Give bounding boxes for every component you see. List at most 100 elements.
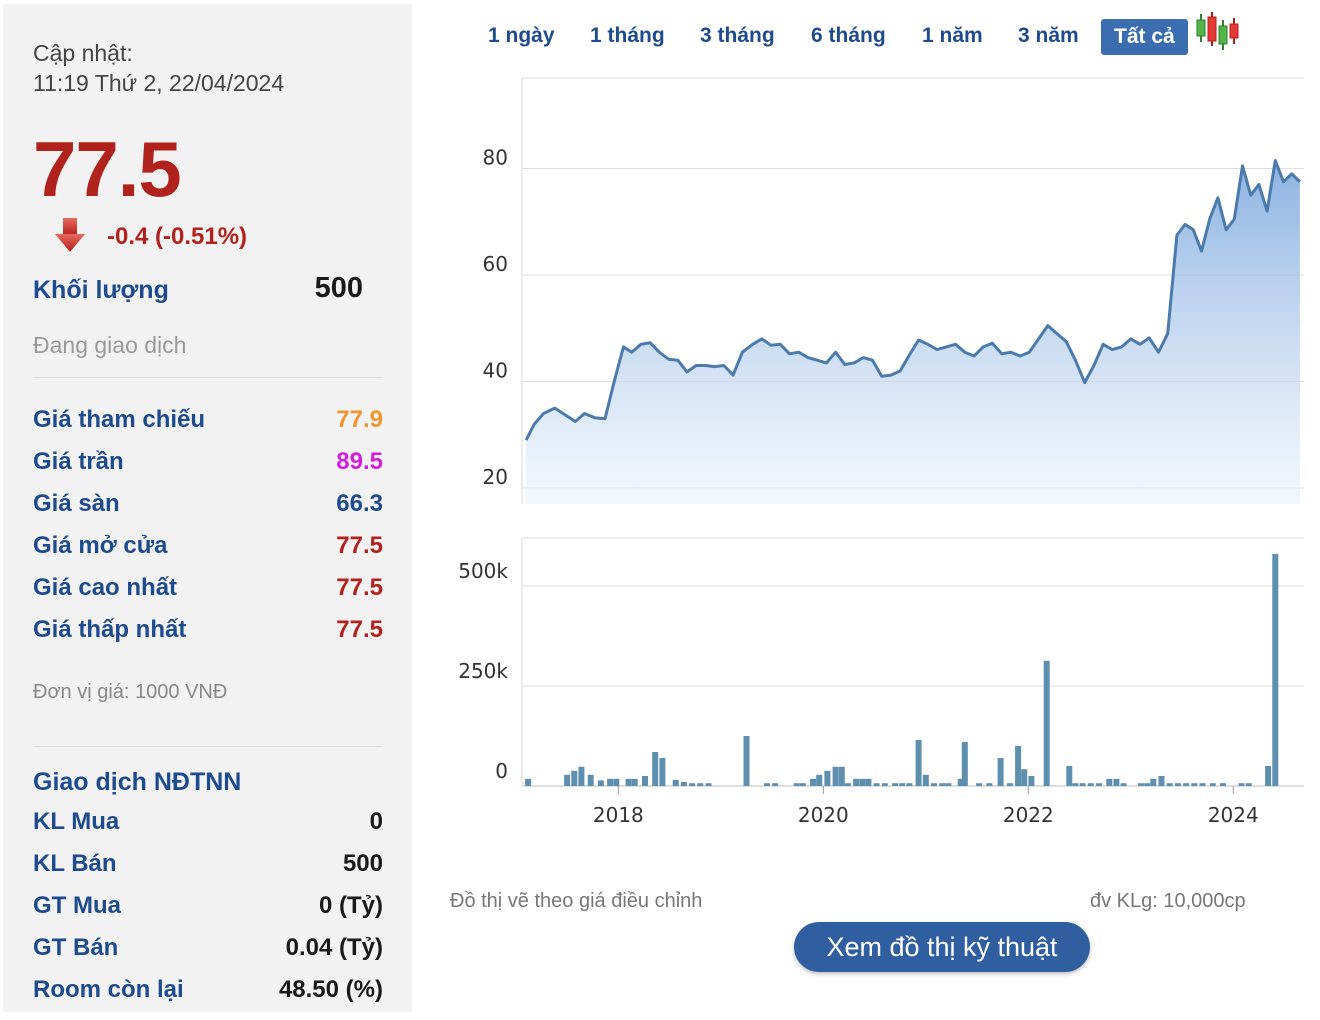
volume-bar <box>1072 783 1079 786</box>
volume-bar <box>607 778 614 786</box>
price-value: 77.9 <box>336 406 383 433</box>
foreign-value: 0 <box>369 808 383 835</box>
x-tick-label: 2018 <box>593 803 644 827</box>
volume-bar <box>1220 783 1226 786</box>
volume-bar <box>1272 554 1279 786</box>
price-value: 89.5 <box>336 448 383 475</box>
tab-3-years[interactable]: 3 năm <box>1018 18 1079 54</box>
candlestick-icon[interactable] <box>1194 12 1240 52</box>
volume-bar <box>1166 783 1173 786</box>
trading-status: Đang giao dịch <box>33 332 187 358</box>
volume-bar <box>1158 776 1165 786</box>
volume-bar <box>1066 766 1073 786</box>
volume-bar <box>625 778 632 786</box>
foreign-label: GT Bán <box>33 934 119 961</box>
tab-3-months[interactable]: 3 tháng <box>700 18 775 54</box>
x-tick-label: 2020 <box>798 803 849 827</box>
foreign-row-sell-volume: KL Bán 500 <box>33 850 383 880</box>
price-label: Giá trần <box>33 448 124 475</box>
foreign-label: KL Bán <box>33 850 117 877</box>
price-row-reference: Giá tham chiếu 77.9 <box>33 406 383 436</box>
foreign-value: 0.04 (Tỷ) <box>285 934 383 961</box>
price-tick-label: 80 <box>483 146 508 170</box>
price-row-low: Giá thấp nhất 77.5 <box>33 616 383 646</box>
volume-bar <box>816 774 823 786</box>
volume-bar <box>873 783 880 786</box>
volume-bar <box>1245 783 1252 786</box>
volume-tick-label: 0 <box>495 759 508 783</box>
volume-bar <box>1138 783 1144 786</box>
volume-bar <box>793 783 800 786</box>
price-row-ceiling: Giá trần 89.5 <box>33 448 383 478</box>
volume-bar <box>986 783 993 786</box>
volume-bar <box>772 783 779 786</box>
divider <box>33 746 383 747</box>
price-unit-note: Đơn vị giá: 1000 VNĐ <box>33 681 228 703</box>
volume-bar <box>997 758 1004 786</box>
price-value: 77.5 <box>336 532 383 559</box>
volume-bar <box>578 766 585 786</box>
volume-bar <box>1199 783 1206 786</box>
volume-bar <box>1028 776 1035 786</box>
foreign-row-room: Room còn lại 48.50 (%) <box>33 976 383 1006</box>
volume-bar <box>1265 766 1272 786</box>
volume-label: Khối lượng <box>33 276 169 304</box>
volume-bar <box>859 778 866 786</box>
volume-bar <box>672 780 679 786</box>
foreign-row-sell-value: GT Bán 0.04 (Tỷ) <box>33 934 383 964</box>
volume-bar <box>931 783 937 786</box>
volume-bar <box>1191 783 1198 786</box>
foreign-label: GT Mua <box>33 892 121 919</box>
volume-bar <box>1043 660 1050 786</box>
volume-bar <box>1015 746 1022 786</box>
volume-bar <box>1113 778 1120 786</box>
volume-bar <box>922 774 929 786</box>
volume-bar <box>892 783 899 786</box>
volume-bar <box>525 778 532 786</box>
volume-bar <box>1021 769 1028 786</box>
volume-bar <box>1106 778 1113 786</box>
volume-bar <box>697 783 704 786</box>
tab-1-month[interactable]: 1 tháng <box>590 18 665 54</box>
price-change: -0.4 (-0.51%) <box>107 223 248 250</box>
technical-chart-button[interactable]: Xem đồ thị kỹ thuật <box>794 922 1090 972</box>
volume-bar <box>976 783 983 786</box>
volume-bar <box>652 752 659 786</box>
foreign-value: 48.50 (%) <box>278 976 383 1003</box>
volume-bar <box>1209 783 1216 786</box>
volume-bar <box>1150 778 1157 786</box>
update-time: 11:19 Thứ 2, 22/04/2024 <box>33 70 285 96</box>
volume-bar <box>810 778 817 786</box>
price-row-open: Giá mở cửa 77.5 <box>33 532 383 562</box>
tab-1-day[interactable]: 1 ngày <box>488 18 555 54</box>
foreign-row-buy-value: GT Mua 0 (Tỷ) <box>33 892 383 922</box>
tab-1-year[interactable]: 1 năm <box>922 18 983 54</box>
price-label: Giá thấp nhất <box>33 616 187 643</box>
current-price: 77.5 <box>33 125 182 213</box>
tab-all[interactable]: Tất cả <box>1101 19 1188 55</box>
foreign-label: KL Mua <box>33 808 120 835</box>
price-volume-chart[interactable]: 20 40 60 80 0 250k 500k 2018 2020 2022 2024 <box>440 60 1310 840</box>
volume-bar <box>853 778 860 786</box>
volume-bar <box>1079 783 1086 786</box>
volume-bar <box>945 783 952 786</box>
down-arrow-icon <box>55 218 85 252</box>
quote-panel: Cập nhật: 11:19 Thứ 2, 22/04/2024 77.5 -… <box>3 4 412 1012</box>
x-tick-label: 2024 <box>1208 803 1259 827</box>
volume-bar <box>838 766 845 786</box>
volume-bar <box>689 783 696 786</box>
volume-tick-label: 250k <box>458 659 508 683</box>
volume-bar <box>571 770 578 786</box>
foreign-value: 500 <box>342 850 383 877</box>
tab-6-months[interactable]: 6 tháng <box>811 18 886 54</box>
volume-bar <box>705 783 712 786</box>
volume-bar <box>1087 783 1094 786</box>
volume-bar <box>1238 783 1245 786</box>
volume-tick-label: 500k <box>458 559 508 583</box>
volume-unit-note: đv KLg: 10,000cp <box>1090 890 1246 912</box>
foreign-row-buy-volume: KL Mua 0 <box>33 808 383 838</box>
price-label: Giá cao nhất <box>33 574 178 601</box>
volume-bar <box>1183 783 1190 786</box>
volume-bar <box>865 778 872 786</box>
volume-bar <box>939 783 946 786</box>
